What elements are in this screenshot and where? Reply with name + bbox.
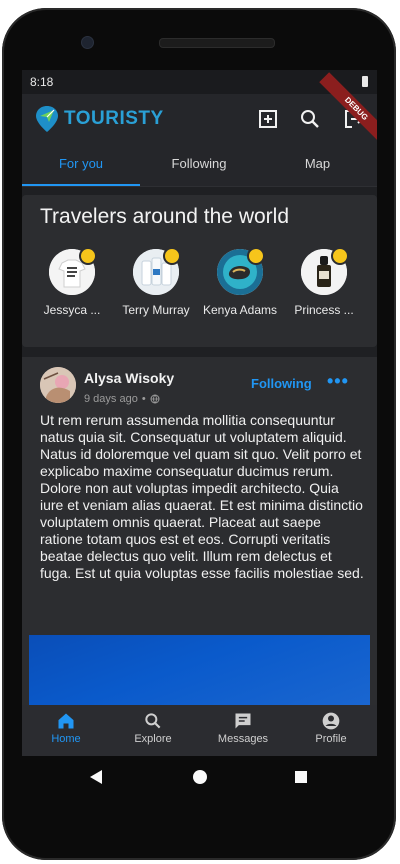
verified-badge <box>247 247 265 265</box>
search-icon[interactable] <box>298 107 322 131</box>
traveler-name: Jessyca ... <box>43 303 101 317</box>
traveler-name: Kenya Adams <box>202 303 278 317</box>
more-options-icon[interactable]: ••• <box>327 371 349 392</box>
nav-explore-label: Explore <box>134 733 172 745</box>
verified-badge <box>79 247 97 265</box>
search-icon <box>145 713 161 729</box>
nav-home-label: Home <box>51 733 81 745</box>
nav-profile-label: Profile <box>315 733 347 745</box>
traveler-item[interactable]: Terry Murray <box>114 247 198 317</box>
traveler-name: Terry Murray <box>122 303 190 317</box>
bottom-navigation: Home Explore Messages Profile <box>22 705 377 756</box>
post-time: 9 days ago <box>84 393 138 405</box>
meta-separator: • <box>141 393 146 405</box>
traveler-item[interactable]: Jessyca ... <box>30 247 114 317</box>
tab-following[interactable]: Following <box>140 146 258 186</box>
home-button-icon[interactable] <box>192 769 208 785</box>
recents-icon[interactable] <box>293 769 309 785</box>
nav-home[interactable]: Home <box>31 711 101 745</box>
earpiece-speaker <box>159 38 275 48</box>
traveler-name: Princess ... <box>294 303 354 317</box>
chat-icon <box>235 713 251 729</box>
active-tab-indicator <box>22 184 140 186</box>
system-navigation-bar <box>22 756 377 798</box>
author-avatar[interactable] <box>40 367 76 403</box>
post-image[interactable] <box>29 635 370 705</box>
nav-profile[interactable]: Profile <box>296 711 366 745</box>
tab-for-you[interactable]: For you <box>22 146 140 186</box>
add-box-icon[interactable] <box>256 107 280 131</box>
verified-badge <box>331 247 349 265</box>
status-time: 8:18 <box>30 75 54 89</box>
traveler-avatar <box>301 247 349 295</box>
nav-messages[interactable]: Messages <box>208 711 278 745</box>
post-body: Ut rem rerum assumenda mollitia consequu… <box>40 412 364 581</box>
nav-messages-label: Messages <box>217 733 269 745</box>
logo-text: TOURISTY <box>64 108 164 129</box>
traveler-item[interactable]: Kenya Adams <box>198 247 282 317</box>
account-icon <box>322 712 340 730</box>
tab-map[interactable]: Map <box>258 146 377 186</box>
traveler-avatar <box>217 247 265 295</box>
app-logo[interactable]: TOURISTY <box>34 103 164 135</box>
pin-plane-icon <box>36 106 58 132</box>
post-author-name[interactable]: Alysa Wisoky <box>84 370 174 386</box>
battery-icon <box>362 76 368 87</box>
traveler-avatar <box>133 247 181 295</box>
verified-badge <box>163 247 181 265</box>
following-button[interactable]: Following <box>251 376 312 391</box>
globe-icon <box>150 394 160 404</box>
front-camera <box>81 36 94 49</box>
travelers-title: Travelers around the world <box>40 205 290 228</box>
traveler-avatar <box>49 247 97 295</box>
post-meta: 9 days ago • <box>84 393 160 405</box>
app-screen: 8:18 TOURISTY DEBUG For you Following Ma… <box>22 70 377 756</box>
feed[interactable]: Travelers around the world Jessyca ... T… <box>22 187 377 717</box>
travelers-card: Travelers around the world Jessyca ... T… <box>22 195 377 347</box>
home-icon <box>58 713 74 729</box>
author-photo <box>40 367 76 403</box>
nav-explore[interactable]: Explore <box>118 711 188 745</box>
traveler-item[interactable]: Princess ... <box>282 247 366 317</box>
tab-bar: For you Following Map <box>22 146 377 187</box>
back-icon[interactable] <box>88 769 104 785</box>
app-bar: TOURISTY DEBUG <box>22 72 377 146</box>
